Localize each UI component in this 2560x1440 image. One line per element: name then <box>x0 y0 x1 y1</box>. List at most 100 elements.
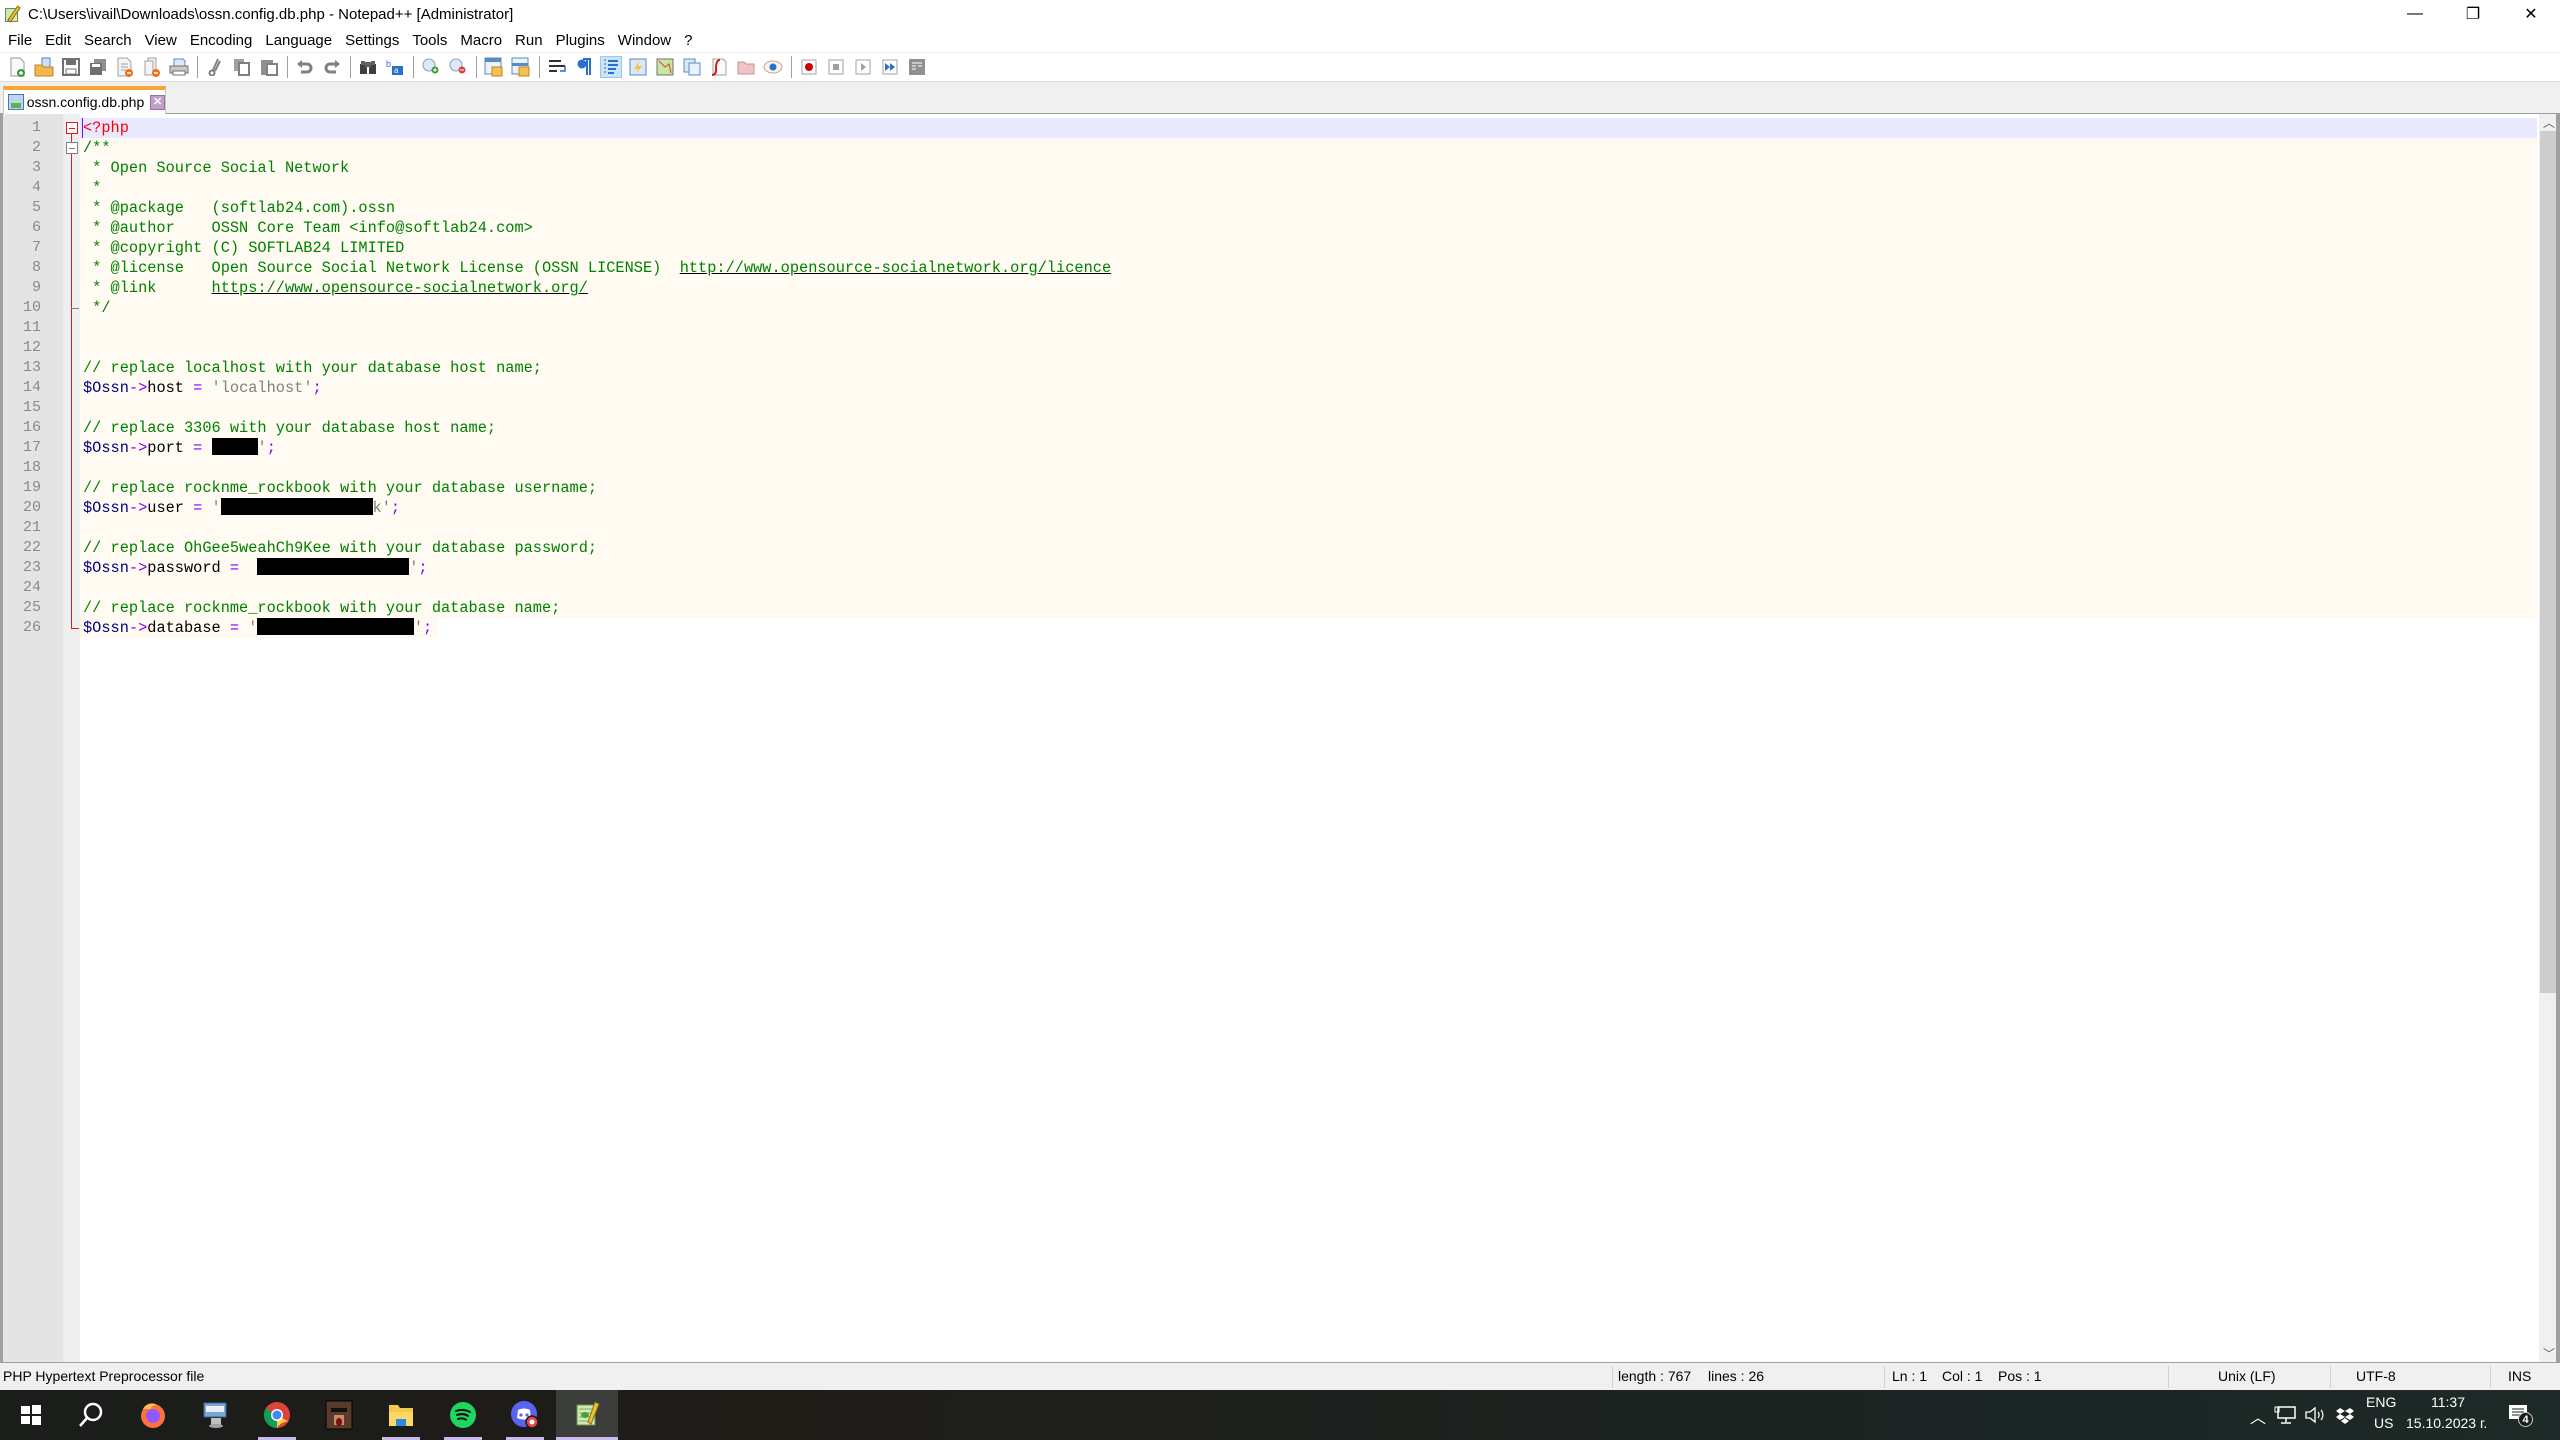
code-line[interactable]: 6 * @author OSSN Core Team <info@softlab… <box>3 218 2537 238</box>
code-line[interactable]: 2 /** <box>3 138 2537 158</box>
paste-button[interactable] <box>258 56 280 78</box>
menu-run[interactable]: Run <box>515 32 543 49</box>
sync-vertical-scroll-button[interactable] <box>483 56 505 78</box>
undo-button[interactable] <box>294 56 316 78</box>
search-button[interactable] <box>60 1390 122 1440</box>
code-line[interactable]: 12 <box>3 338 2537 358</box>
menu-edit[interactable]: Edit <box>45 32 71 49</box>
show-all-characters-button[interactable] <box>573 56 595 78</box>
minimize-button[interactable]: — <box>2386 0 2444 28</box>
menu-language[interactable]: Language <box>265 32 332 49</box>
code-line[interactable]: 11 <box>3 318 2537 338</box>
code-line[interactable]: 22 // replace OhGee5weahCh9Kee with your … <box>3 538 2537 558</box>
code-editor[interactable]: 1 <?php 2/** 3 * Open Source Social Network… <box>0 114 2560 1362</box>
taskbar-remote-desktop[interactable] <box>184 1390 246 1440</box>
replace-button[interactable]: ba <box>384 56 406 78</box>
code-line[interactable]: 1 <?php <box>3 118 2537 138</box>
close-all-button[interactable] <box>141 56 163 78</box>
open-file-button[interactable] <box>33 56 55 78</box>
menu-encoding[interactable]: Encoding <box>190 32 253 49</box>
status-encoding[interactable]: UTF-8 <box>2356 1363 2396 1390</box>
macro-stop-button[interactable] <box>825 56 847 78</box>
code-line[interactable]: 8 * @license Open Source Social Network … <box>3 258 2537 278</box>
menu-window[interactable]: Window <box>618 32 671 49</box>
code-line[interactable]: 3 * Open Source Social Network <box>3 158 2537 178</box>
close-button[interactable]: ✕ <box>2502 0 2560 28</box>
code-line[interactable]: 7 * @copyright (C) SOFTLAB24 LIMITED <box>3 238 2537 258</box>
action-center-button[interactable]: 4 <box>2508 1404 2533 1427</box>
taskbar-discord[interactable] <box>494 1390 556 1440</box>
clock-date[interactable]: 15.10.2023 г. <box>2406 1415 2487 1431</box>
code-line[interactable]: 10 */ <box>3 298 2537 318</box>
menu-view[interactable]: View <box>145 32 177 49</box>
copy-button[interactable] <box>231 56 253 78</box>
macro-run-multiple-button[interactable] <box>879 56 901 78</box>
fold-toggle-icon[interactable] <box>66 142 78 154</box>
url-link[interactable]: http://www.opensource-socialnetwork.org/… <box>680 259 1111 277</box>
code-line[interactable]: 9 * @link https://www.opensource-socialn… <box>3 278 2537 298</box>
code-line[interactable]: 15 <box>3 398 2537 418</box>
menu-tools[interactable]: Tools <box>412 32 447 49</box>
code-lines[interactable]: 1 <?php 2/** 3 * Open Source Social Network… <box>3 118 2537 638</box>
code-line[interactable]: 24 <box>3 578 2537 598</box>
taskbar-chrome[interactable] <box>246 1390 308 1440</box>
code-line[interactable]: 13 // replace localhost with your databas… <box>3 358 2537 378</box>
taskbar-firefox[interactable] <box>122 1390 184 1440</box>
find-button[interactable] <box>357 56 379 78</box>
redo-button[interactable] <box>321 56 343 78</box>
function-list-button[interactable] <box>708 56 730 78</box>
macro-play-button[interactable] <box>852 56 874 78</box>
zoom-in-button[interactable] <box>420 56 442 78</box>
status-insert-mode[interactable]: INS <box>2508 1363 2531 1390</box>
code-line[interactable]: 14 $Ossn->host = 'localhost'; <box>3 378 2537 398</box>
code-line[interactable]: 4 * <box>3 178 2537 198</box>
macro-record-button[interactable] <box>798 56 820 78</box>
start-button[interactable] <box>0 1390 62 1440</box>
taskbar-file-explorer[interactable] <box>370 1390 432 1440</box>
zoom-out-button[interactable] <box>447 56 469 78</box>
input-region[interactable]: US <box>2374 1415 2393 1431</box>
code-line[interactable]: 20 $Ossn->user = ' k'; <box>3 498 2537 518</box>
dropbox-icon[interactable] <box>2336 1406 2354 1424</box>
input-language[interactable]: ENG <box>2366 1394 2396 1410</box>
menu-macro[interactable]: Macro <box>460 32 502 49</box>
sync-horizontal-scroll-button[interactable] <box>510 56 532 78</box>
menu-settings[interactable]: Settings <box>345 32 399 49</box>
code-line[interactable]: 17 $Ossn->port = '; <box>3 438 2537 458</box>
document-list-button[interactable] <box>681 56 703 78</box>
folder-as-workspace-button[interactable] <box>735 56 757 78</box>
code-line[interactable]: 16 // replace 3306 with your database hos… <box>3 418 2537 438</box>
code-line[interactable]: 25 // replace rocknme_rockbook with your … <box>3 598 2537 618</box>
clock-time[interactable]: 11:37 <box>2431 1394 2465 1410</box>
network-icon[interactable] <box>2274 1406 2296 1424</box>
volume-icon[interactable] <box>2304 1406 2326 1424</box>
save-all-button[interactable] <box>87 56 109 78</box>
taskbar-game[interactable] <box>308 1390 370 1440</box>
user-defined-language-button[interactable] <box>627 56 649 78</box>
show-hidden-icons-icon[interactable]: ︿ <box>2250 1404 2266 1428</box>
cut-button[interactable] <box>204 56 226 78</box>
tab-ossn-config-db-php[interactable]: ossn.config.db.php ✕ <box>3 86 166 114</box>
close-file-button[interactable] <box>114 56 136 78</box>
code-line[interactable]: 21 <box>3 518 2537 538</box>
macro-save-button[interactable] <box>906 56 928 78</box>
code-line[interactable]: 5 * @package (softlab24.com).ossn <box>3 198 2537 218</box>
menu-help[interactable]: ? <box>684 32 692 49</box>
document-map-button[interactable] <box>654 56 676 78</box>
monitoring-button[interactable] <box>762 56 784 78</box>
tab-close-icon[interactable]: ✕ <box>150 94 165 110</box>
code-line[interactable]: 18 <box>3 458 2537 478</box>
status-eol-format[interactable]: Unix (LF) <box>2218 1363 2276 1390</box>
taskbar-spotify[interactable] <box>432 1390 494 1440</box>
code-line[interactable]: 26 $Ossn->database = ' '; <box>3 618 2537 638</box>
save-button[interactable] <box>60 56 82 78</box>
code-line[interactable]: 19 // replace rocknme_rockbook with your … <box>3 478 2537 498</box>
word-wrap-button[interactable] <box>546 56 568 78</box>
maximize-button[interactable]: ❐ <box>2444 0 2502 28</box>
url-link[interactable]: https://www.opensource-socialnetwork.org… <box>212 279 588 297</box>
menu-file[interactable]: File <box>8 32 32 49</box>
print-button[interactable] <box>168 56 190 78</box>
menu-plugins[interactable]: Plugins <box>556 32 605 49</box>
menu-search[interactable]: Search <box>84 32 132 49</box>
indent-guide-button[interactable] <box>600 56 622 78</box>
